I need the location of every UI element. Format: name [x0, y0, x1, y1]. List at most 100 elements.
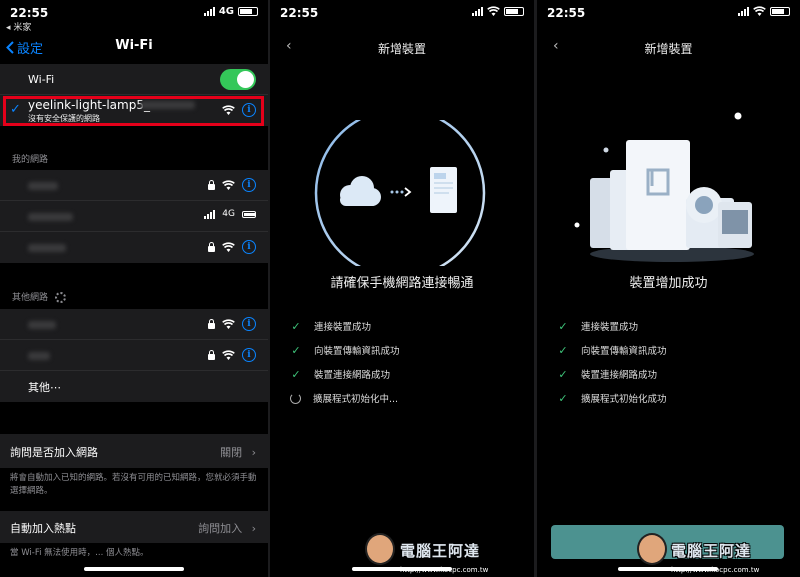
loading-icon: [290, 392, 301, 404]
arrow-right-icon: [390, 187, 412, 197]
redacted-network-name: [28, 213, 73, 221]
sparkle-dot: [734, 112, 742, 120]
auto-hotspot-note: 當 Wi-Fi 無法使用時，... 個人熱點。: [10, 548, 149, 558]
step-label: 擴展程式初始化成功: [581, 394, 667, 405]
status-heading: 請確保手機網路連接暢通: [330, 276, 474, 291]
battery-icon: [770, 6, 790, 16]
mi-home-success-panel: 22:55 ‹ 新增裝置 裝置增加成功 ✓ 連接裝置成功 ✓ 向裝置傳輸資訊成功 ✓…: [537, 0, 800, 577]
connection-illustration: [314, 120, 486, 266]
progress-steps: ✓ 連接裝置成功 ✓ 向裝置傳輸資訊成功 ✓ 裝置連接網路成功 擴展程式初始化中...: [290, 314, 400, 410]
ask-join-value-wrap: 關閉 ›: [220, 444, 256, 460]
navigation-bar: 設定 Wi-Fi: [0, 36, 268, 60]
step-label: 擴展程式初始化中...: [313, 394, 399, 405]
ios-wifi-settings-panel: 22:55 ◂ 米家 4G 設定 Wi-Fi Wi-Fi ✓ yeelink-l…: [0, 0, 268, 577]
watermark-text: 電腦王阿達: [671, 542, 752, 560]
mi-home-adding-panel: 22:55 ‹ 新增裝置 請確保手機網路連接暢通 ✓ 連接裝置成功 ✓ 向裝置傳…: [270, 0, 534, 577]
status-bar: 22:55: [270, 6, 534, 30]
status-heading: 裝置增加成功: [629, 276, 708, 291]
ask-join-value: 關閉: [220, 446, 243, 459]
navigation-bar: ‹ 新增裝置: [537, 38, 800, 58]
status-bar: 22:55: [537, 6, 800, 30]
auto-hotspot-label: 自動加入熱點: [10, 522, 76, 535]
status-time: 22:55: [547, 6, 586, 20]
watermark-text: 電腦王阿達: [400, 542, 481, 560]
wifi-icon: [222, 319, 235, 329]
checkmark-icon: ✓: [291, 319, 301, 333]
wifi-icon: [753, 6, 766, 16]
my-networks-group: i 4G i: [0, 170, 268, 263]
info-icon[interactable]: i: [242, 348, 256, 362]
network-row[interactable]: 4G: [0, 201, 268, 232]
sparkle-dot: [603, 147, 609, 153]
lock-icon: [208, 241, 215, 252]
battery-icon: [504, 6, 524, 16]
navigation-bar: ‹ 新增裝置: [270, 38, 534, 58]
step-item: ✓ 擴展程式初始化成功: [557, 386, 667, 410]
checkmark-icon: ✓: [291, 343, 301, 357]
step-item: ✓ 連接裝置成功: [557, 314, 667, 338]
other-networks-group: i i 其他⋯: [0, 309, 268, 402]
step-item: ✓ 裝置連接網路成功: [290, 362, 400, 386]
progress-steps: ✓ 連接裝置成功 ✓ 向裝置傳輸資訊成功 ✓ 裝置連接網路成功 ✓ 擴展程式初始化成功: [557, 314, 667, 410]
status-bar: 22:55 ◂ 米家 4G: [0, 6, 268, 33]
auto-hotspot-value-wrap: 詢問加入 ›: [198, 520, 256, 536]
checkmark-icon: ✓: [558, 319, 568, 333]
network-row[interactable]: i: [0, 309, 268, 340]
chevron-right-icon: ›: [251, 446, 256, 459]
back-to-app-link[interactable]: ◂ 米家: [6, 20, 31, 33]
step-item: ✓ 向裝置傳輸資訊成功: [290, 338, 400, 362]
step-label: 向裝置傳輸資訊成功: [314, 346, 400, 357]
other-network-row[interactable]: 其他⋯: [0, 371, 268, 402]
lock-icon: [208, 179, 215, 190]
checkmark-icon: ✓: [558, 391, 568, 405]
network-row[interactable]: i: [0, 232, 268, 263]
step-item: ✓ 連接裝置成功: [290, 314, 400, 338]
info-icon[interactable]: i: [242, 240, 256, 254]
other-networks-header: 其他網路: [12, 290, 66, 303]
ask-join-note: 將會自動加入已知的網路。若沒有可用的已知網路，您就必須手動選擇網路。: [10, 473, 257, 496]
cellular-signal-icon: [472, 6, 483, 16]
network-row[interactable]: i: [0, 170, 268, 201]
ask-join-label: 詢問是否加入網路: [10, 446, 98, 459]
step-label: 裝置連接網路成功: [314, 370, 391, 381]
step-label: 連接裝置成功: [581, 322, 639, 333]
redacted-network-name: [28, 244, 66, 252]
info-icon[interactable]: i: [242, 178, 256, 192]
wifi-toggle[interactable]: [220, 69, 256, 90]
hotspot-carrier-label: 4G: [222, 209, 235, 219]
wifi-icon: [222, 242, 235, 252]
ask-join-row[interactable]: 詢問是否加入網路 關閉 ›: [0, 434, 268, 468]
redacted-network-name: [28, 182, 58, 190]
wifi-icon: [487, 6, 500, 16]
watermark-mascot: [637, 533, 667, 565]
home-indicator[interactable]: [618, 567, 718, 571]
wifi-icon: [222, 350, 235, 360]
auto-hotspot-row[interactable]: 自動加入熱點 詢問加入 ›: [0, 511, 268, 543]
checkmark-icon: ✓: [558, 343, 568, 357]
lock-icon: [208, 349, 215, 360]
highlight-box: [3, 96, 264, 126]
carrier-label: 4G: [218, 6, 234, 17]
page-title: 新增裝置: [377, 42, 426, 56]
status-time: 22:55: [280, 6, 319, 20]
step-label: 向裝置傳輸資訊成功: [581, 346, 667, 357]
cellular-signal-icon: [204, 209, 216, 219]
step-item: ✓ 向裝置傳輸資訊成功: [557, 338, 667, 362]
step-label: 裝置連接網路成功: [581, 370, 658, 381]
checkmark-icon: ✓: [558, 367, 568, 381]
page-title: 新增裝置: [644, 42, 693, 56]
page-title: Wi-Fi: [115, 38, 153, 53]
battery-icon: [238, 7, 258, 16]
home-indicator[interactable]: [352, 567, 452, 571]
lock-icon: [208, 318, 215, 329]
step-item: ✓ 裝置連接網路成功: [557, 362, 667, 386]
checkmark-icon: ✓: [291, 367, 301, 381]
loading-spinner-icon: [54, 292, 66, 303]
phone-icon: [430, 167, 457, 213]
wifi-toggle-row: Wi-Fi: [0, 64, 268, 95]
cellular-signal-icon: [203, 7, 215, 16]
info-icon[interactable]: i: [242, 317, 256, 331]
network-row[interactable]: i: [0, 340, 268, 371]
devices-illustration: [574, 112, 754, 262]
home-indicator[interactable]: [84, 567, 184, 571]
